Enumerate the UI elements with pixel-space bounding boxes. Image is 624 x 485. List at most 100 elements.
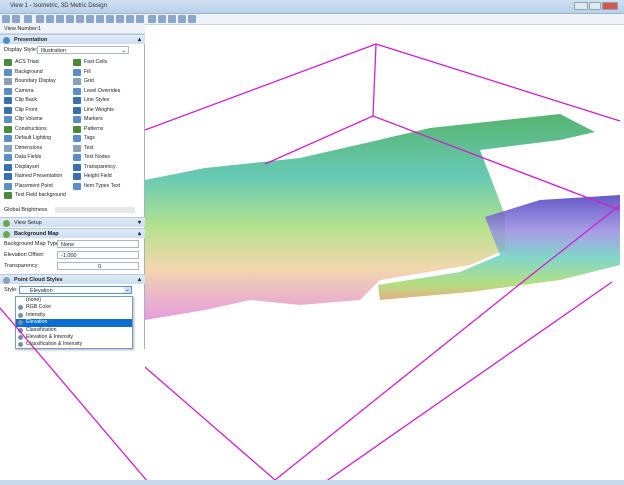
title-bar: View 1 - Isometric, 3D Metric Design xyxy=(0,0,624,14)
toggle-icon xyxy=(4,78,12,85)
view-tool-button[interactable] xyxy=(2,15,10,23)
toggle-label: Named Presentation xyxy=(15,173,63,179)
view-number-bar: View Number: 1 xyxy=(0,24,145,34)
view-tool-button[interactable] xyxy=(46,15,54,23)
display-toggle-height-field[interactable]: Height Field xyxy=(73,172,112,181)
transparency-input[interactable]: 0 xyxy=(57,262,139,270)
toggle-label: Text xyxy=(84,144,94,151)
collapse-icon[interactable]: ▴ xyxy=(138,230,141,237)
display-toggle-acs-triad[interactable]: ACS Triad xyxy=(4,58,39,67)
view-tool-button[interactable] xyxy=(168,15,176,23)
toggle-label: Level Overrides xyxy=(84,87,121,94)
display-toggle-line-weights[interactable]: Line Weights xyxy=(73,106,114,115)
expand-icon[interactable]: ▾ xyxy=(138,219,141,226)
toggle-icon xyxy=(4,59,12,66)
global-brightness-label: Global Brightness xyxy=(4,207,48,213)
view-tool-button[interactable] xyxy=(188,15,196,23)
toggle-icon xyxy=(73,154,81,161)
display-toggle-data-fields[interactable]: Data Fields xyxy=(4,153,41,162)
elevation-offset-input[interactable]: -1.000 xyxy=(57,251,139,259)
elevation-offset-value: -1.000 xyxy=(61,253,77,259)
display-style-value: Illustration xyxy=(41,48,67,54)
toggle-icon xyxy=(73,173,81,180)
view-setup-header[interactable]: View Setup ▾ xyxy=(0,217,145,227)
minimize-button[interactable] xyxy=(574,2,588,10)
toggle-label: Clip Volume xyxy=(15,116,43,122)
bg-map-type-label: Background Map Type: xyxy=(4,241,61,247)
view-number-value[interactable]: 1 xyxy=(38,26,41,32)
display-toggle-fast-cells[interactable]: Fast Cells xyxy=(73,58,107,67)
display-toggle-named-presentation[interactable]: Named Presentation xyxy=(4,172,62,181)
toggle-label: Item Types Text xyxy=(84,182,121,189)
display-toggle-patterns[interactable]: Patterns xyxy=(73,125,103,134)
view-tool-button[interactable] xyxy=(116,15,124,23)
display-toggle-grid[interactable]: Grid xyxy=(73,77,94,86)
display-toggle-line-styles[interactable]: Line Styles xyxy=(73,96,109,105)
background-map-header[interactable]: Background Map ▴ xyxy=(0,228,145,238)
view-tool-button[interactable] xyxy=(66,15,74,23)
view-tool-button[interactable] xyxy=(56,15,64,23)
toggle-icon xyxy=(73,59,81,66)
display-toggle-camera[interactable]: Camera xyxy=(4,87,33,96)
chevron-down-icon: ⌄ xyxy=(121,48,126,54)
toggle-icon xyxy=(4,192,12,199)
toggle-label: Fast Cells xyxy=(84,59,108,65)
view-tool-button[interactable] xyxy=(86,15,94,23)
elevation-offset-label: Elevation Offset: xyxy=(4,252,45,258)
display-toggle-text-field-background[interactable]: Text Field background xyxy=(4,191,66,200)
toggle-icon xyxy=(73,144,81,152)
display-toggle-text[interactable]: Text xyxy=(73,144,94,153)
toggle-label: Line Styles xyxy=(84,97,110,103)
display-toggle-tags[interactable]: Tags xyxy=(73,134,95,143)
view-tool-button[interactable] xyxy=(126,15,134,23)
toggle-icon xyxy=(4,125,12,133)
display-toggle-transparency[interactable]: Transparency xyxy=(73,163,116,172)
global-brightness-slider[interactable] xyxy=(55,207,135,213)
display-toggle-markers[interactable]: Markers xyxy=(73,115,103,124)
toggle-icon xyxy=(73,68,81,76)
toggle-label: Transparency xyxy=(84,163,116,170)
display-toggle-dimensions[interactable]: Dimensions xyxy=(4,144,42,153)
presentation-header[interactable]: Presentation ▴ xyxy=(0,34,145,44)
collapse-icon[interactable]: ▴ xyxy=(138,36,141,43)
view-tool-button[interactable] xyxy=(96,15,104,23)
toggle-label: Grid xyxy=(84,78,94,84)
display-toggle-level-overrides[interactable]: Level Overrides xyxy=(73,87,120,96)
display-toggle-clip-back[interactable]: Clip Back xyxy=(4,96,37,105)
display-toggle-clip-front[interactable]: Clip Front xyxy=(4,106,38,115)
3d-viewport[interactable] xyxy=(145,25,624,480)
toggle-label: Text Nodes xyxy=(84,154,110,160)
view-tool-button[interactable] xyxy=(148,15,156,23)
bg-map-type-select[interactable]: None xyxy=(57,240,139,248)
display-toggle-default-lighting[interactable]: Default Lighting xyxy=(4,134,51,143)
display-toggle-background[interactable]: Background xyxy=(4,68,43,77)
toggle-label: Fill xyxy=(84,68,91,75)
view-tool-button[interactable] xyxy=(12,15,20,23)
display-toggle-clip-volume[interactable]: Clip Volume xyxy=(4,115,43,124)
view-tool-button[interactable] xyxy=(136,15,144,23)
range-box-left xyxy=(0,307,149,483)
toggle-label: ACS Triad xyxy=(15,59,39,65)
display-toggle-boundary-display[interactable]: Boundary Display xyxy=(4,77,56,86)
display-toggle-placement-point[interactable]: Placement Point xyxy=(4,182,53,191)
display-toggle-displayset[interactable]: Displayset xyxy=(4,163,39,172)
bg-map-type-value: None xyxy=(61,242,75,248)
toggle-label: Placement Point xyxy=(15,182,53,189)
display-toggle-fill[interactable]: Fill xyxy=(73,68,91,77)
display-toggle-text-nodes[interactable]: Text Nodes xyxy=(73,153,110,162)
view-tool-button[interactable] xyxy=(158,15,166,23)
toggle-icon xyxy=(73,78,81,85)
view-tool-button[interactable] xyxy=(36,15,44,23)
toggle-icon xyxy=(73,125,81,133)
display-toggle-constructions[interactable]: Constructions xyxy=(4,125,47,134)
maximize-button[interactable] xyxy=(589,2,601,10)
toggle-label: Line Weights xyxy=(84,106,114,113)
close-button[interactable] xyxy=(602,2,618,10)
display-toggle-item-types-text[interactable]: Item Types Text xyxy=(73,182,120,191)
toggle-label: Constructions xyxy=(15,125,47,132)
view-tool-button[interactable] xyxy=(76,15,84,23)
view-tool-button[interactable] xyxy=(178,15,186,23)
view-tool-button[interactable] xyxy=(24,15,32,23)
display-style-select[interactable]: Illustration ⌄ xyxy=(37,46,129,54)
view-tool-button[interactable] xyxy=(106,15,114,23)
